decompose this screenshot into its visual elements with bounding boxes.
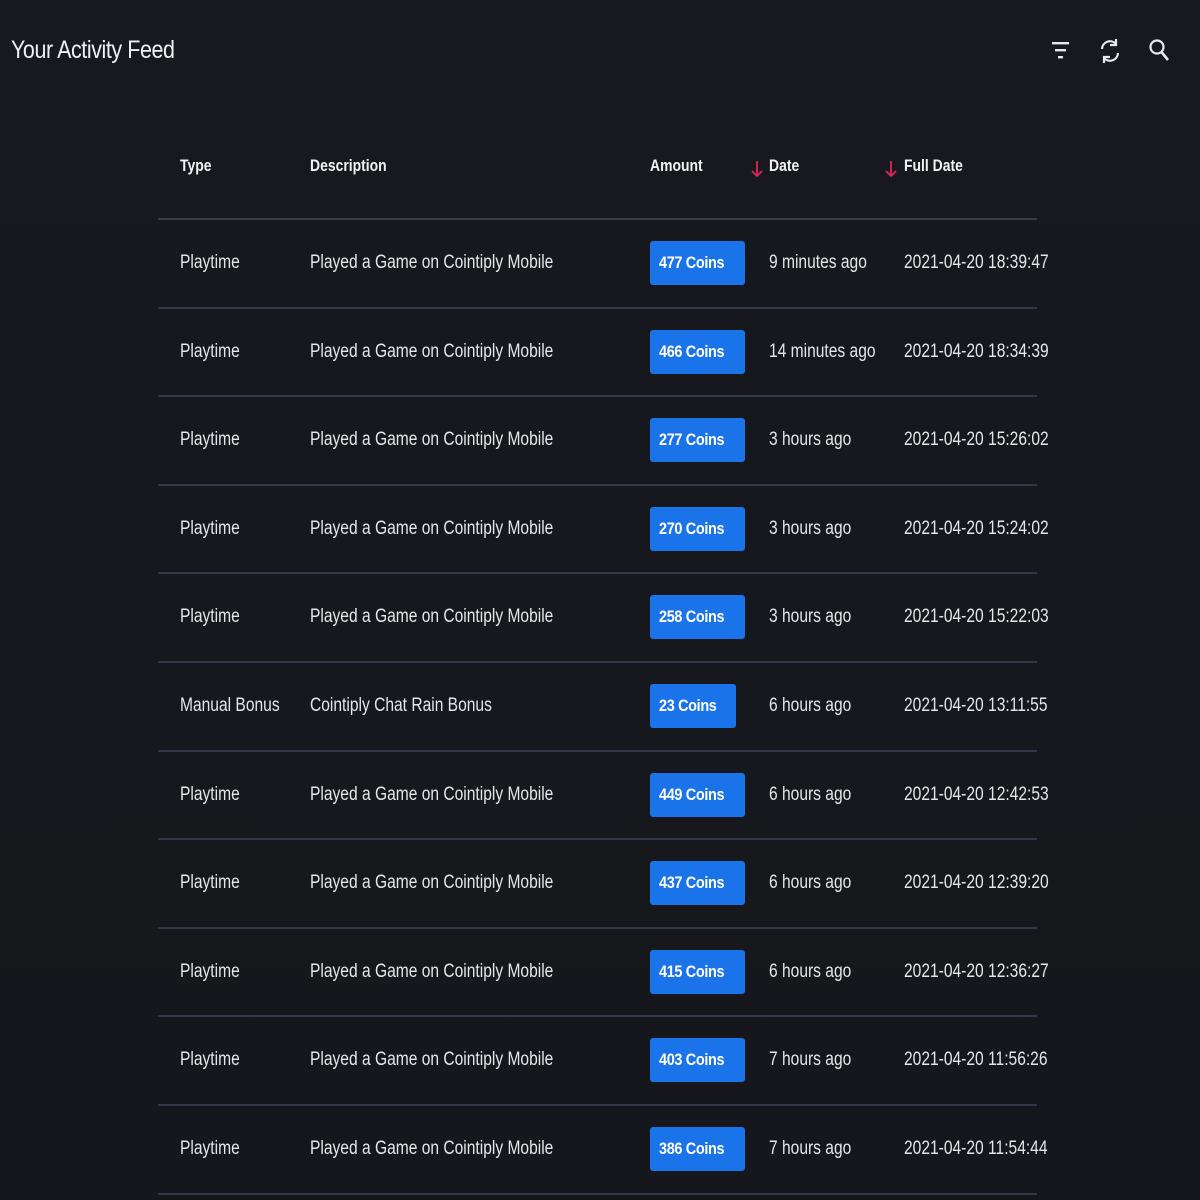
amount-badge[interactable]: 415 Coins [650, 949, 745, 994]
amount-badge[interactable]: 466 Coins [650, 329, 745, 374]
full-date-cell: 2021-04-20 11:54:44 [904, 1137, 1048, 1159]
description-cell: Played a Game on Cointiply Mobile [310, 783, 554, 805]
amount-cell: 258 Coins [650, 574, 745, 660]
description-cell: Played a Game on Cointiply Mobile [310, 429, 554, 451]
amount-cell: 466 Coins [650, 309, 745, 395]
column-header-amount[interactable]: Amount [650, 156, 703, 176]
amount-badge[interactable]: 270 Coins [650, 506, 745, 551]
column-header-type[interactable]: Type [180, 156, 212, 176]
table-body: Playtime Played a Game on Cointiply Mobi… [158, 220, 1049, 1195]
type-cell: Playtime [180, 872, 240, 894]
full-date-cell: 2021-04-20 18:39:47 [904, 252, 1049, 273]
date-cell: 7 hours ago [769, 1137, 852, 1159]
description-cell: Played a Game on Cointiply Mobile [310, 960, 554, 982]
type-cell: Playtime [180, 252, 240, 273]
type-cell: Manual Bonus [180, 694, 280, 716]
column-header-full-date[interactable]: Full Date [904, 156, 963, 176]
page-title: Your Activity Feed [11, 36, 175, 64]
date-cell: 7 hours ago [769, 1049, 852, 1071]
activity-table: Type Description Amount Date Full Date P… [158, 126, 1049, 1195]
amount-cell: 23 Coins [650, 663, 736, 749]
amount-cell: 437 Coins [650, 840, 745, 926]
type-cell: Playtime [180, 783, 240, 805]
date-cell: 14 minutes ago [769, 340, 876, 362]
full-date-cell: 2021-04-20 15:22:03 [904, 606, 1049, 628]
filter-icon[interactable] [1045, 36, 1075, 66]
column-header-description[interactable]: Description [310, 156, 387, 176]
date-cell: 3 hours ago [769, 517, 852, 539]
description-cell: Played a Game on Cointiply Mobile [310, 252, 554, 273]
amount-cell: 277 Coins [650, 397, 745, 483]
date-cell: 6 hours ago [769, 694, 852, 716]
description-cell: Played a Game on Cointiply Mobile [310, 606, 554, 628]
amount-badge[interactable]: 277 Coins [650, 418, 745, 463]
full-date-cell: 2021-04-20 18:34:39 [904, 340, 1049, 362]
sort-arrow-down-icon[interactable] [884, 160, 898, 178]
table-row[interactable]: Playtime Played a Game on Cointiply Mobi… [158, 752, 1049, 841]
table-header: Type Description Amount Date Full Date [158, 126, 1037, 220]
date-cell: 6 hours ago [769, 872, 852, 894]
type-cell: Playtime [180, 340, 240, 362]
description-cell: Played a Game on Cointiply Mobile [310, 517, 554, 539]
type-cell: Playtime [180, 517, 240, 539]
amount-badge[interactable]: 449 Coins [650, 772, 745, 817]
type-cell: Playtime [180, 960, 240, 982]
description-cell: Played a Game on Cointiply Mobile [310, 1049, 554, 1071]
table-row[interactable]: Playtime Played a Game on Cointiply Mobi… [158, 397, 1049, 486]
description-cell: Cointiply Chat Rain Bonus [310, 694, 492, 716]
activity-feed-page: Your Activity Feed Type Description Amou… [0, 0, 1200, 1200]
amount-cell: 449 Coins [650, 752, 745, 838]
amount-badge[interactable]: 403 Coins [650, 1038, 745, 1083]
full-date-cell: 2021-04-20 15:26:02 [904, 429, 1049, 451]
table-row[interactable]: Playtime Played a Game on Cointiply Mobi… [158, 309, 1049, 398]
full-date-cell: 2021-04-20 11:56:26 [904, 1049, 1048, 1071]
amount-cell: 386 Coins [650, 1106, 745, 1192]
amount-badge[interactable]: 477 Coins [650, 241, 745, 285]
table-row[interactable]: Playtime Played a Game on Cointiply Mobi… [158, 1106, 1048, 1195]
table-row[interactable]: Playtime Played a Game on Cointiply Mobi… [158, 486, 1049, 575]
type-cell: Playtime [180, 429, 240, 451]
amount-badge[interactable]: 386 Coins [650, 1126, 745, 1171]
amount-cell: 477 Coins [650, 220, 745, 306]
description-cell: Played a Game on Cointiply Mobile [310, 340, 554, 362]
sort-arrow-down-icon[interactable] [750, 160, 764, 178]
date-cell: 9 minutes ago [769, 252, 867, 273]
header: Your Activity Feed [0, 0, 1200, 104]
amount-cell: 415 Coins [650, 929, 745, 1015]
full-date-cell: 2021-04-20 12:36:27 [904, 960, 1049, 982]
amount-badge[interactable]: 437 Coins [650, 861, 745, 906]
table-row[interactable]: Manual Bonus Cointiply Chat Rain Bonus 2… [158, 663, 1048, 752]
date-cell: 3 hours ago [769, 606, 852, 628]
full-date-cell: 2021-04-20 15:24:02 [904, 517, 1049, 539]
full-date-cell: 2021-04-20 13:11:55 [904, 694, 1048, 716]
date-cell: 3 hours ago [769, 429, 852, 451]
date-cell: 6 hours ago [769, 960, 852, 982]
type-cell: Playtime [180, 1049, 240, 1071]
table-row[interactable]: Playtime Played a Game on Cointiply Mobi… [158, 840, 1049, 929]
table-row[interactable]: Playtime Played a Game on Cointiply Mobi… [158, 929, 1049, 1018]
type-cell: Playtime [180, 1137, 240, 1159]
full-date-cell: 2021-04-20 12:42:53 [904, 783, 1049, 805]
type-cell: Playtime [180, 606, 240, 628]
description-cell: Played a Game on Cointiply Mobile [310, 872, 554, 894]
table-row[interactable]: Playtime Played a Game on Cointiply Mobi… [158, 1017, 1048, 1106]
date-cell: 6 hours ago [769, 783, 852, 805]
table-row[interactable]: Playtime Played a Game on Cointiply Mobi… [158, 220, 1049, 309]
amount-badge[interactable]: 23 Coins [650, 683, 736, 728]
full-date-cell: 2021-04-20 12:39:20 [904, 872, 1049, 894]
amount-badge[interactable]: 258 Coins [650, 595, 745, 640]
amount-cell: 270 Coins [650, 486, 745, 572]
amount-cell: 403 Coins [650, 1017, 745, 1103]
description-cell: Played a Game on Cointiply Mobile [310, 1137, 554, 1159]
refresh-icon[interactable] [1095, 36, 1125, 66]
search-icon[interactable] [1145, 36, 1175, 66]
table-row[interactable]: Playtime Played a Game on Cointiply Mobi… [158, 574, 1049, 663]
column-header-date[interactable]: Date [769, 156, 799, 176]
